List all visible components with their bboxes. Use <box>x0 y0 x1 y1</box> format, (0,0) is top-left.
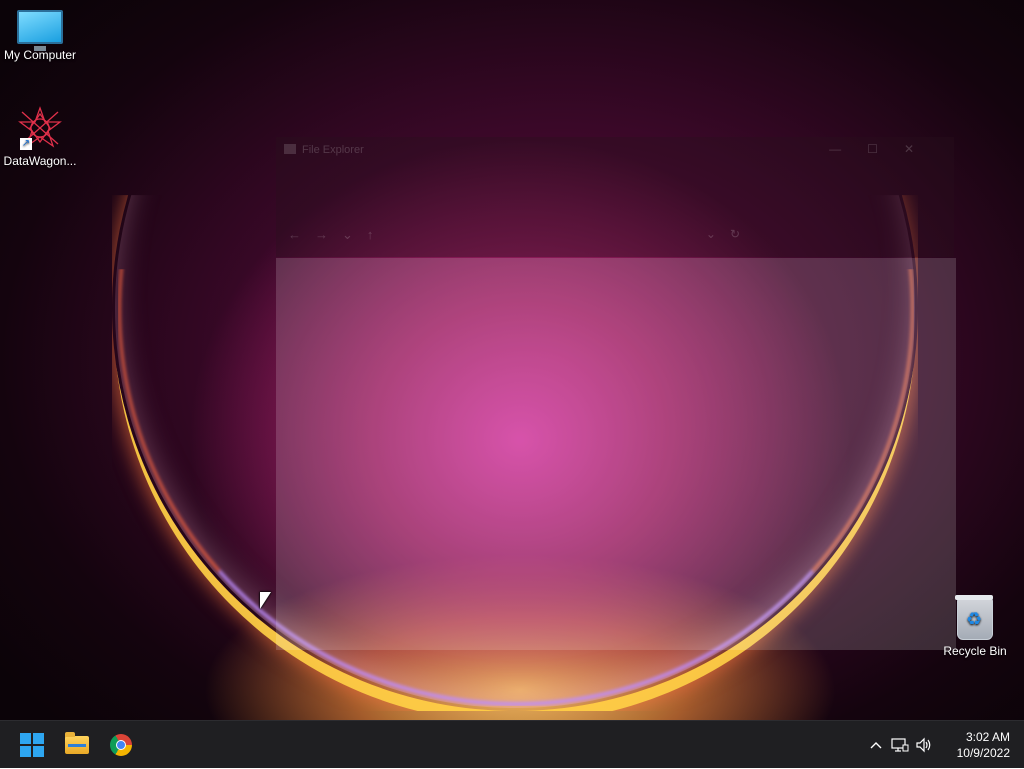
window-controls: —☐✕ <box>829 142 940 156</box>
chrome-taskbar-button[interactable] <box>104 728 138 762</box>
maximize-icon: ☐ <box>867 142 904 156</box>
refresh-icon: ↻ <box>729 227 754 241</box>
volume-icon[interactable] <box>912 721 936 769</box>
window-nav-right: ⌄↻ <box>706 227 754 241</box>
forward-icon: → <box>315 227 342 242</box>
file-explorer-window-ghost: File Explorer —☐✕ ←→⌄↑ ⌄↻ <box>276 137 954 257</box>
recent-chevron-icon: ⌄ <box>342 227 367 242</box>
window-title: File Explorer <box>284 144 364 156</box>
file-explorer-window-body-ghost <box>276 258 956 650</box>
mouse-cursor-icon <box>260 592 271 609</box>
up-icon: ↑ <box>366 227 388 242</box>
close-icon: ✕ <box>903 142 940 156</box>
chrome-icon <box>110 734 132 756</box>
taskbar: 3:02 AM 10/9/2022 <box>0 720 1024 768</box>
clock-date: 10/9/2022 <box>956 746 1010 760</box>
desktop-icon-label: DataWagon... <box>3 154 77 168</box>
window-nav: ←→⌄↑ <box>288 227 387 243</box>
window-title-text: File Explorer <box>302 144 364 156</box>
windows-start-icon <box>20 733 44 757</box>
desktop-icon-datawagon[interactable]: ↗ DataWagon... <box>0 106 80 168</box>
start-button[interactable] <box>15 728 49 762</box>
monitor-icon <box>17 10 63 51</box>
datawagon-logo-icon: ↗ <box>18 106 62 150</box>
desktop-icon-my-computer[interactable]: My Computer <box>0 10 80 62</box>
system-tray <box>864 721 936 769</box>
file-explorer-taskbar-button[interactable] <box>60 728 94 762</box>
folder-icon <box>65 732 89 754</box>
clock[interactable]: 3:02 AM 10/9/2022 <box>957 729 1010 761</box>
folder-icon <box>284 144 296 154</box>
address-dropdown-icon: ⌄ <box>705 227 730 241</box>
back-icon: ← <box>288 227 315 242</box>
clock-time: 3:02 AM <box>965 730 1010 744</box>
recycle-bin-icon: ♻ <box>955 595 993 640</box>
desktop: My Computer ↗ DataWagon... ♻ Recycle Bin… <box>0 0 1024 720</box>
minimize-icon: — <box>829 142 868 156</box>
show-hidden-icons-chevron-icon[interactable] <box>864 721 888 769</box>
shortcut-arrow-icon: ↗ <box>20 138 32 150</box>
network-icon[interactable] <box>888 721 912 769</box>
